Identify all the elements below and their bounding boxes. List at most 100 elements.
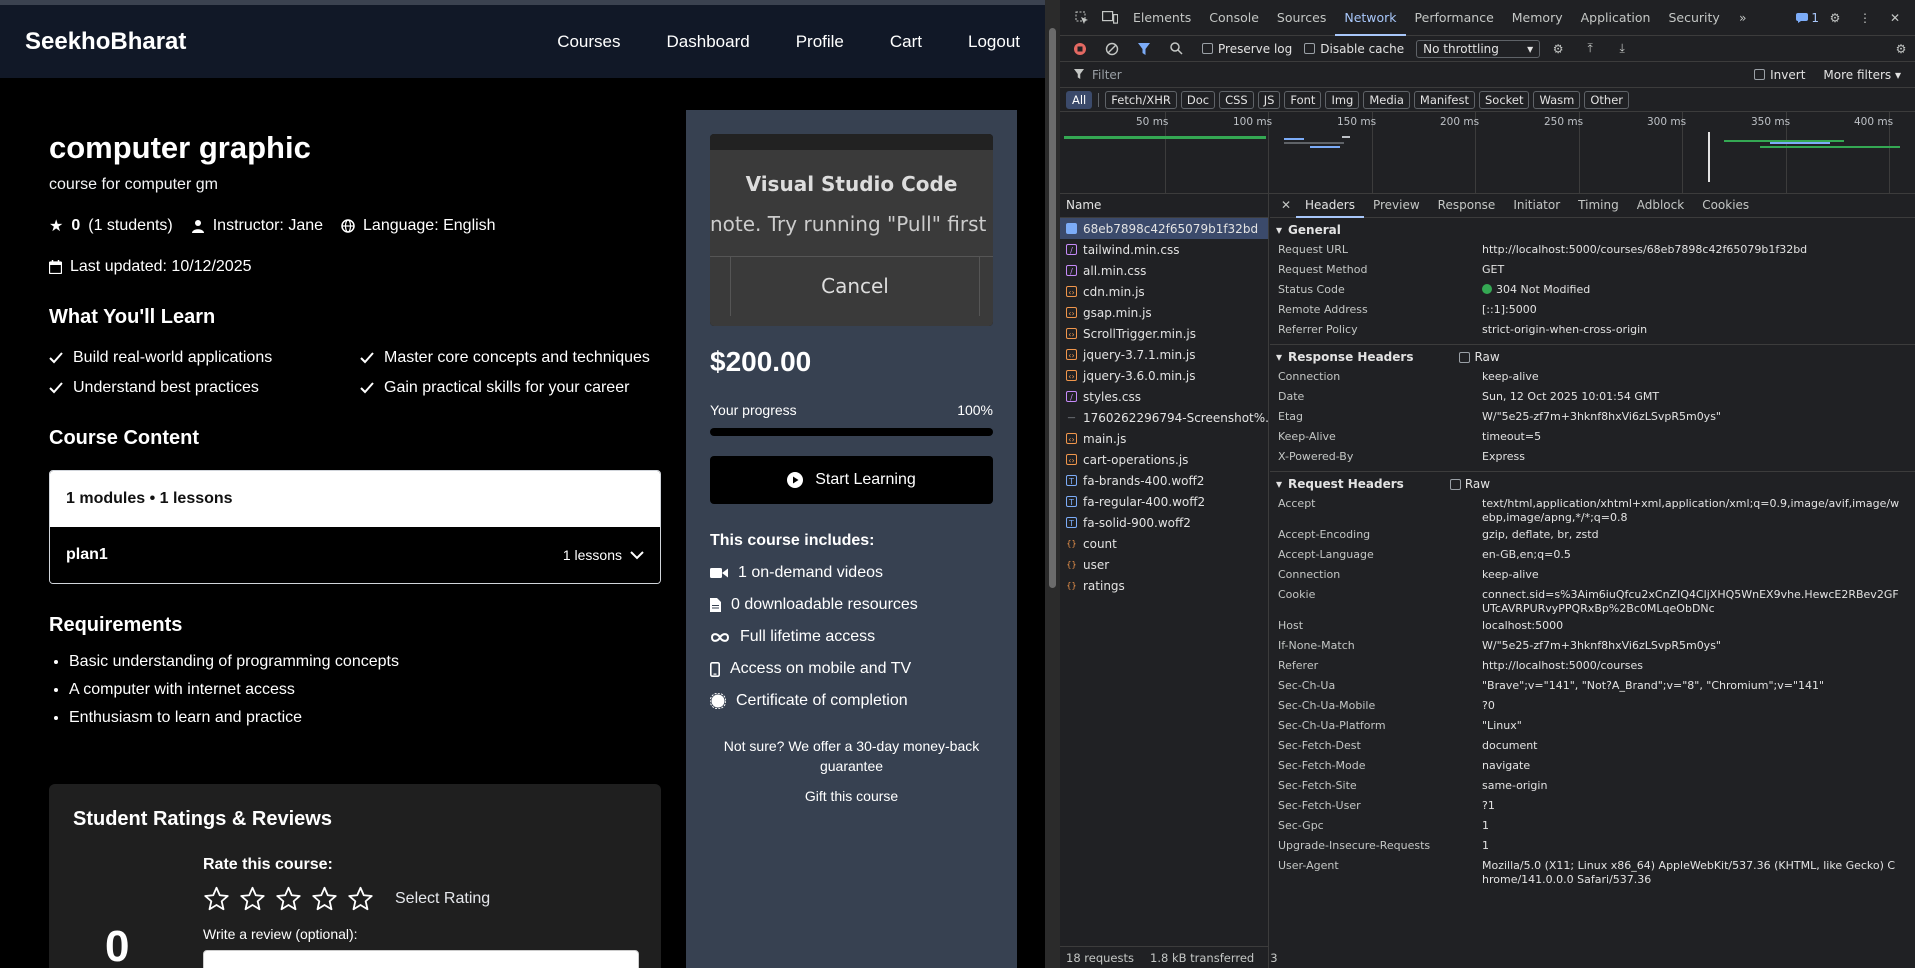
type-css[interactable]: CSS [1219,90,1254,109]
tab-cookies[interactable]: Cookies [1693,192,1758,218]
network-request-row[interactable]: 68eb7898c42f65079b1f32bd [1060,218,1268,239]
scrollbar-thumb[interactable] [1049,28,1056,588]
nav-logout[interactable]: Logout [968,32,1020,52]
type-media[interactable]: Media [1363,90,1410,109]
preserve-log-checkbox[interactable]: Preserve log [1202,42,1292,56]
nav-dashboard[interactable]: Dashboard [667,32,750,52]
tab-preview[interactable]: Preview [1364,192,1429,218]
network-request-row[interactable]: — 1760262296794-Screenshot%... [1060,407,1269,428]
start-learning-button[interactable]: Start Learning [710,456,993,504]
tab-console[interactable]: Console [1200,0,1268,36]
network-request-row[interactable]: ‹› jquery-3.6.0.min.js [1060,365,1268,386]
review-label: Write a review (optional): [203,926,358,942]
network-request-row[interactable]: / styles.css [1060,386,1268,407]
tab-memory[interactable]: Memory [1503,0,1572,36]
type-all[interactable]: All [1066,90,1093,109]
review-textarea[interactable] [203,950,639,968]
tab-elements[interactable]: Elements [1124,0,1200,36]
header-name: Cookie [1278,588,1316,601]
type-socket[interactable]: Socket [1478,90,1530,109]
timeline-tick: 50 ms [1136,116,1169,128]
tab-adblock[interactable]: Adblock [1628,192,1693,218]
tab-headers[interactable]: Headers [1296,192,1364,218]
chevron-down-icon[interactable] [630,550,644,560]
device-toolbar-icon[interactable] [1096,4,1124,32]
general-section-toggle[interactable]: ▾ General [1270,220,1915,240]
kebab-menu-icon[interactable]: ⋮ [1851,4,1879,32]
network-settings-icon[interactable]: ⚙ [1887,35,1915,63]
network-request-row[interactable]: / all.min.css [1060,260,1268,281]
course-preview-image[interactable]: Visual Studio Code note. Try running "Pu… [710,134,993,326]
filter-input[interactable]: Filter [1092,68,1122,82]
request-name: tailwind.min.css [1083,242,1180,257]
type-manifest[interactable]: Manifest [1413,90,1475,109]
type-wasm[interactable]: Wasm [1533,90,1581,109]
record-stop-icon[interactable] [1066,35,1094,63]
network-request-row[interactable]: Tfa-solid-900.woff2 [1060,512,1268,533]
response-headers-toggle[interactable]: ▾ Response Headers Raw [1270,347,1915,367]
network-request-row[interactable]: ‹› gsap.min.js [1060,302,1268,323]
nav-courses[interactable]: Courses [557,32,620,52]
tab-application[interactable]: Application [1572,0,1660,36]
star-outline-icon[interactable] [275,886,302,912]
gift-course-link[interactable]: Gift this course [710,788,993,804]
type-doc[interactable]: Doc [1180,90,1216,109]
network-request-row[interactable]: / tailwind.min.css [1060,239,1268,260]
nav-profile[interactable]: Profile [796,32,844,52]
search-icon[interactable] [1162,35,1190,63]
brand-logo[interactable]: SeekhoBharat [25,28,186,56]
network-conditions-icon[interactable]: ⚙ [1544,35,1572,63]
doc-file-icon [1066,223,1077,234]
type-other[interactable]: Other [1584,90,1630,109]
request-headers-toggle[interactable]: ▾ Request Headers Raw [1270,474,1915,494]
tab-sources[interactable]: Sources [1268,0,1335,36]
tab-response[interactable]: Response [1429,192,1505,218]
network-request-row[interactable]: ‹› jquery-3.7.1.min.js [1060,344,1268,365]
network-request-row[interactable]: ‹› cdn.min.js [1060,281,1268,302]
tab-initiator[interactable]: Initiator [1504,192,1569,218]
clear-icon[interactable] [1098,35,1126,63]
header-row: Sec-Ch-Ua-Platform "Linux" [1270,716,1915,736]
throttling-select[interactable]: No throttling ▾ [1416,39,1541,58]
tab-performance[interactable]: Performance [1406,0,1503,36]
filter-funnel-icon[interactable] [1130,35,1158,63]
nav-cart[interactable]: Cart [890,32,922,52]
star-outline-icon[interactable] [311,886,338,912]
tab-timing[interactable]: Timing [1569,192,1628,218]
network-request-row[interactable]: ‹› cart-operations.js [1060,449,1268,470]
star-outline-icon[interactable] [347,886,374,912]
network-request-row[interactable]: {} ratings [1060,575,1268,596]
network-timeline-overview[interactable]: 50 ms 100 ms 150 ms 200 ms 250 ms 300 ms… [1060,112,1915,194]
invert-checkbox[interactable]: Invert [1754,68,1805,82]
issues-badge[interactable]: 1 [1795,4,1819,32]
type-img[interactable]: Img [1325,90,1360,109]
network-request-row[interactable]: ‹› ScrollTrigger.min.js [1060,323,1268,344]
type-js[interactable]: JS [1257,90,1281,109]
network-request-row[interactable]: {} count [1060,533,1268,554]
inspect-element-icon[interactable] [1068,4,1096,32]
star-outline-icon[interactable] [203,886,230,912]
tab-network[interactable]: Network [1335,0,1406,36]
network-request-row[interactable]: Tfa-regular-400.woff2 [1060,491,1268,512]
tab-security[interactable]: Security [1659,0,1728,36]
module-row[interactable]: plan1 1 lessons [50,527,660,583]
network-request-row[interactable]: Tfa-brands-400.woff2 [1060,470,1268,491]
network-request-row[interactable]: ‹› main.js [1060,428,1268,449]
type-font[interactable]: Font [1284,90,1322,109]
request-raw-checkbox[interactable]: Raw [1449,477,1490,491]
type-fetch-xhr[interactable]: Fetch/XHR [1105,90,1177,109]
network-request-row[interactable]: {} user [1060,554,1268,575]
star-outline-icon[interactable] [239,886,266,912]
close-devtools-icon[interactable]: ✕ [1881,4,1909,32]
settings-gear-icon[interactable]: ⚙ [1821,4,1849,32]
import-har-icon[interactable]: ⤒ [1576,35,1604,63]
close-details-icon[interactable]: ✕ [1276,192,1296,219]
response-raw-checkbox[interactable]: Raw [1459,350,1500,364]
request-name: all.min.css [1083,263,1147,278]
disable-cache-checkbox[interactable]: Disable cache [1304,42,1404,56]
page-scrollbar[interactable] [1045,0,1060,968]
name-column-header[interactable]: Name [1060,192,1268,218]
more-tabs-icon[interactable]: » [1729,4,1757,32]
more-filters-dropdown[interactable]: More filters ▾ [1823,68,1901,82]
export-har-icon[interactable]: ⤓ [1608,35,1636,63]
